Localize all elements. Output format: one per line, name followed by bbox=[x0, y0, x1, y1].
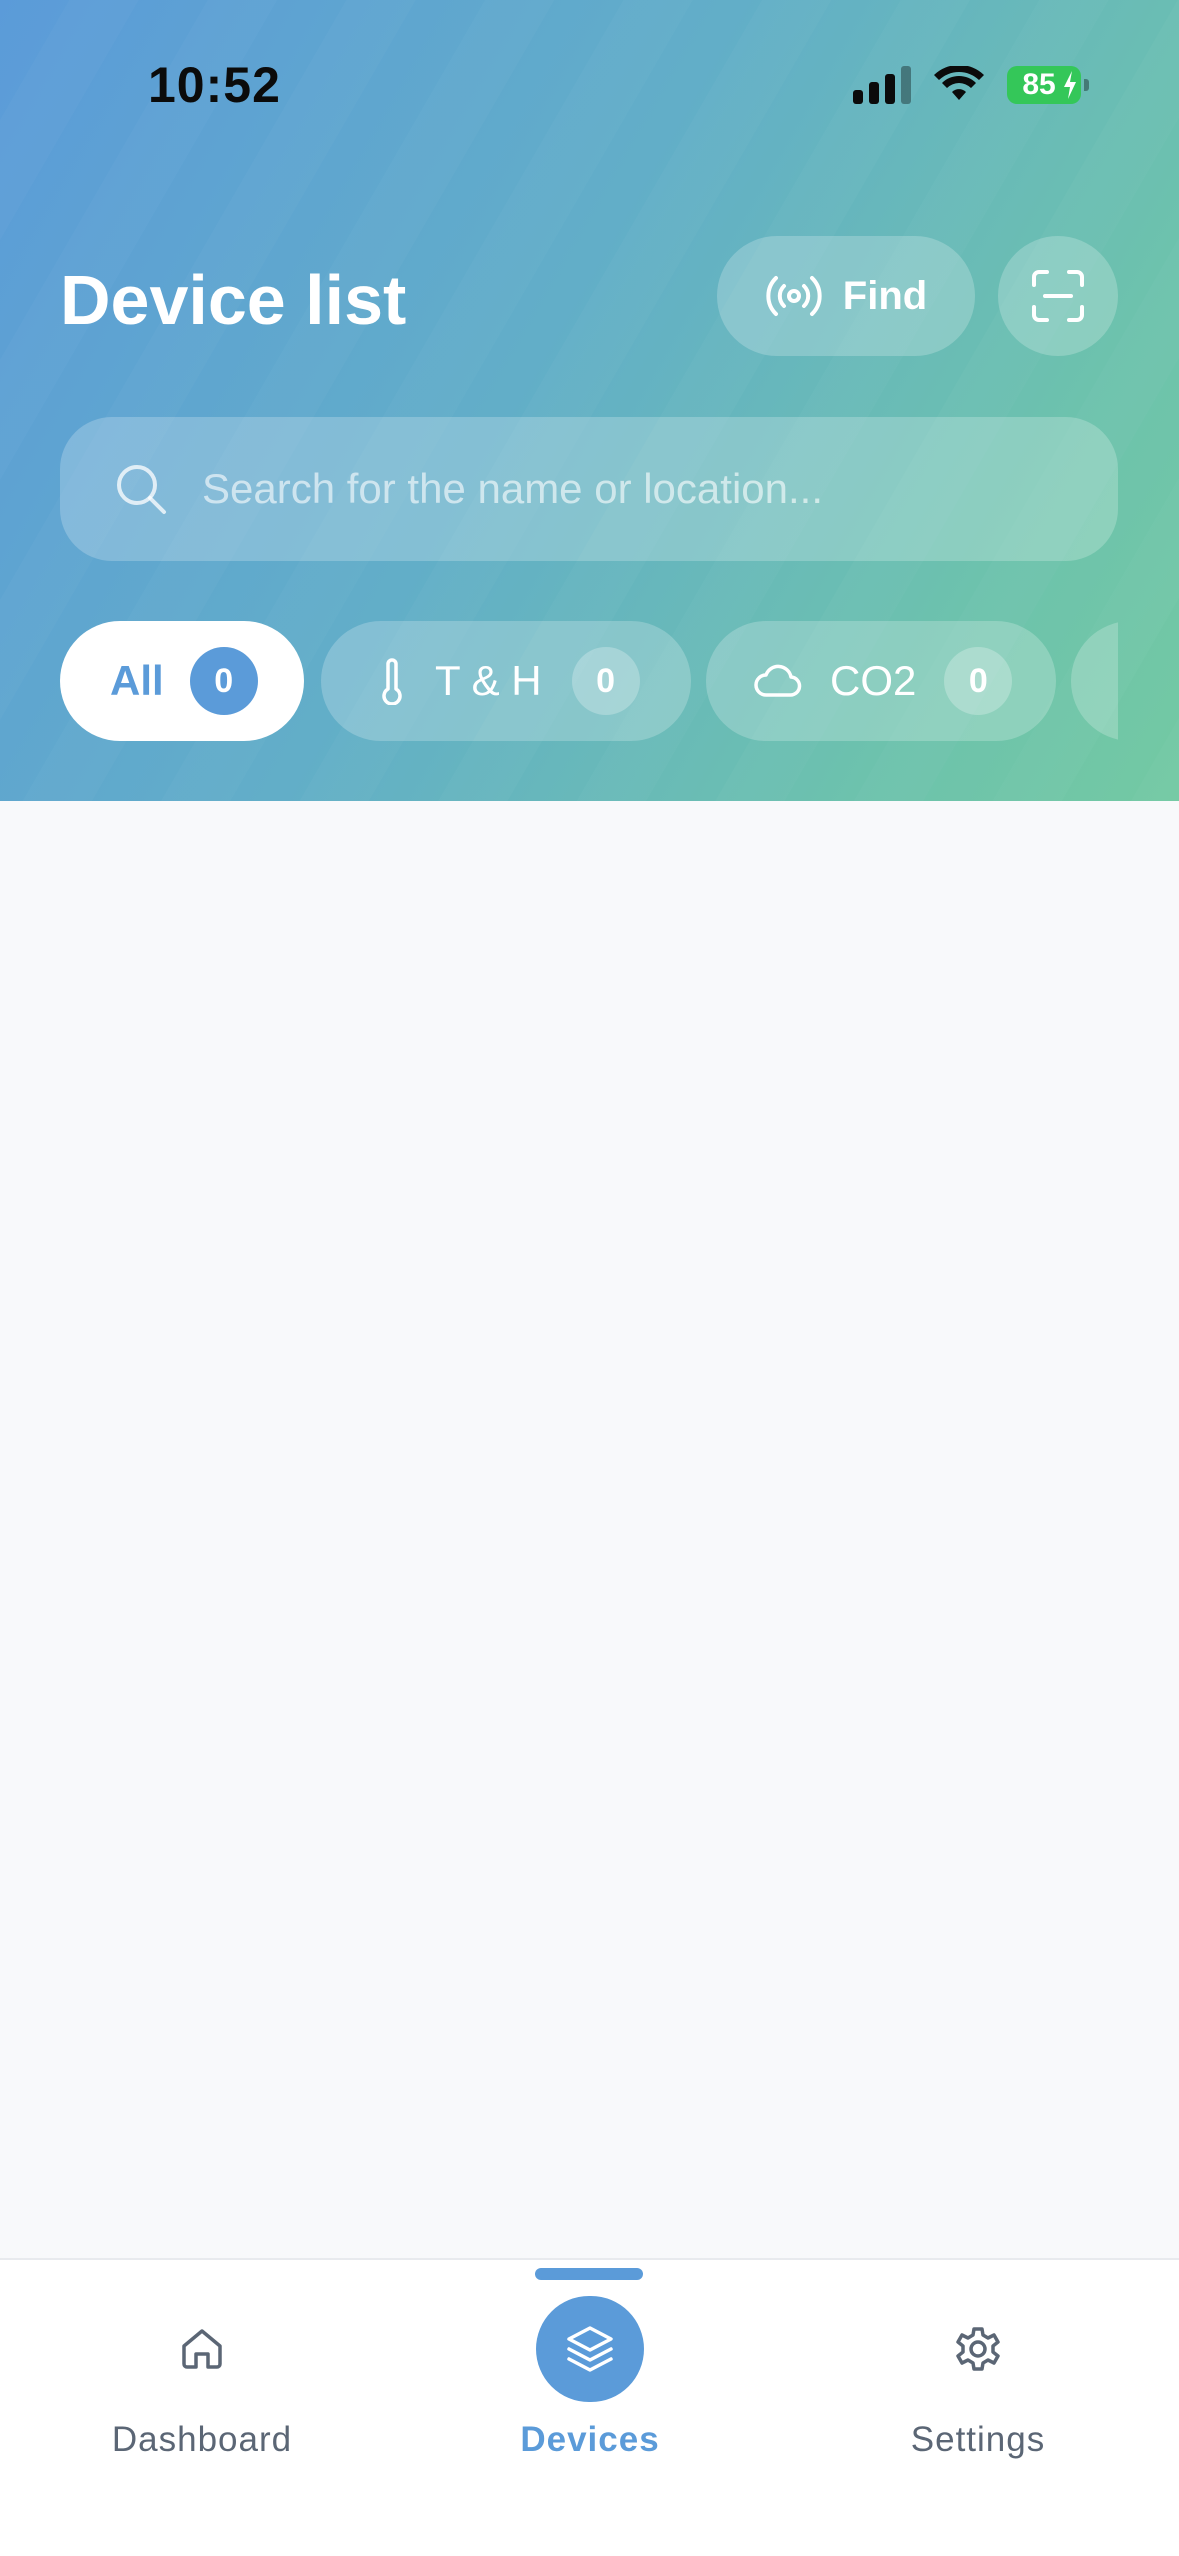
filter-chip-th[interactable]: T & H 0 bbox=[321, 621, 691, 741]
page-title: Device list bbox=[60, 261, 407, 339]
filter-chip-count: 0 bbox=[944, 647, 1013, 715]
filter-chips: All 0 T & H 0 CO2 0 bbox=[60, 621, 1118, 741]
filter-chip-more[interactable] bbox=[1071, 621, 1118, 741]
layers-icon bbox=[567, 2326, 613, 2372]
tab-icon-wrap bbox=[536, 2296, 644, 2402]
tab-label: Devices bbox=[520, 2420, 660, 2459]
gear-icon bbox=[956, 2327, 1000, 2371]
filter-chip-count: 0 bbox=[571, 647, 640, 715]
cellular-signal-icon bbox=[853, 66, 911, 104]
tab-icon-wrap bbox=[148, 2296, 256, 2402]
search-icon bbox=[117, 465, 166, 514]
wifi-icon bbox=[934, 66, 984, 100]
thermometer-icon bbox=[382, 658, 402, 705]
tab-icon-wrap bbox=[924, 2296, 1032, 2402]
scan-icon bbox=[1032, 270, 1084, 322]
scan-button[interactable] bbox=[998, 236, 1118, 356]
filter-chip-co2[interactable]: CO2 0 bbox=[706, 621, 1056, 741]
status-time: 10:52 bbox=[148, 57, 281, 113]
tab-dashboard[interactable]: Dashboard bbox=[52, 2260, 352, 2460]
tab-bar: Dashboard Devices Settings bbox=[0, 2258, 1179, 2556]
charging-bolt-icon bbox=[1064, 71, 1076, 99]
cloud-icon bbox=[754, 664, 802, 697]
tab-label: Settings bbox=[910, 2420, 1046, 2459]
search-input[interactable] bbox=[200, 464, 1118, 514]
find-button-label: Find bbox=[842, 273, 928, 318]
home-icon bbox=[182, 2329, 222, 2369]
filter-chip-count: 0 bbox=[189, 647, 258, 715]
filter-chip-label: T & H bbox=[435, 657, 542, 704]
status-icons: 85 bbox=[853, 66, 1089, 104]
tab-label: Dashboard bbox=[111, 2420, 293, 2459]
battery-indicator: 85 bbox=[1007, 66, 1089, 104]
tab-settings[interactable]: Settings bbox=[828, 2260, 1128, 2460]
filter-chip-label: All bbox=[110, 657, 164, 704]
filter-chip-label: CO2 bbox=[830, 657, 917, 704]
search-bar[interactable] bbox=[60, 417, 1118, 561]
battery-level: 85 bbox=[1022, 68, 1056, 101]
header: 10:52 85 Device list Find Search for the… bbox=[0, 0, 1179, 801]
filter-chip-all[interactable]: All 0 bbox=[60, 621, 304, 741]
broadcast-icon bbox=[766, 276, 822, 316]
tab-devices[interactable]: Devices bbox=[440, 2260, 740, 2460]
find-button[interactable]: Find bbox=[717, 236, 975, 356]
device-list-content bbox=[0, 801, 1179, 2259]
